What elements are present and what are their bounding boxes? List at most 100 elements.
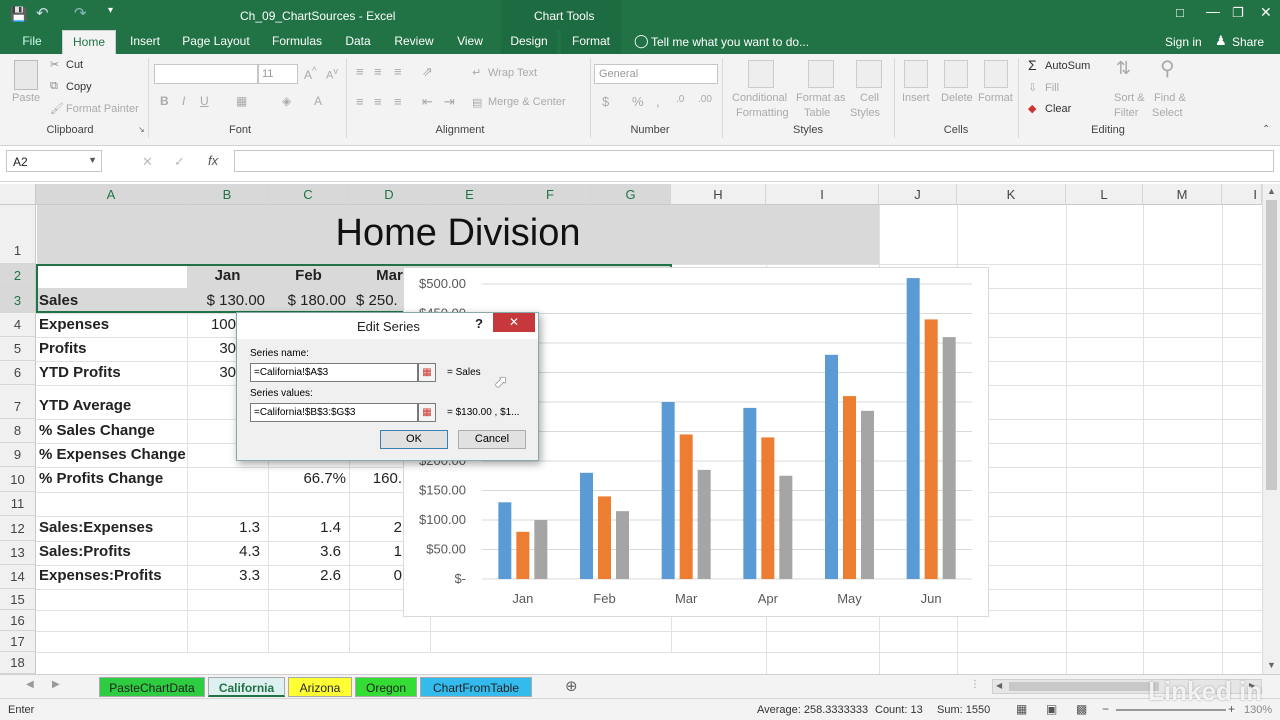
formula-input[interactable] — [234, 150, 1274, 172]
font-color-icon[interactable]: A — [314, 94, 322, 108]
select-all-corner[interactable] — [0, 184, 36, 205]
cell-a12[interactable]: Sales:Expenses — [39, 519, 153, 536]
undo-icon[interactable]: ↶ — [36, 4, 49, 22]
column-header[interactable]: E — [430, 184, 510, 205]
font-name-select[interactable] — [154, 64, 258, 84]
autosum-button[interactable]: AutoSum — [1045, 60, 1090, 72]
series-name-input[interactable]: =California!$A$3 — [250, 363, 418, 382]
column-header[interactable]: I — [766, 184, 879, 205]
insert-cells-button[interactable]: Insert — [902, 92, 930, 104]
column-header[interactable]: B — [187, 184, 268, 205]
bar-apr-series-1[interactable] — [743, 407, 757, 579]
bar-mar-series-2[interactable] — [679, 434, 693, 579]
cell-b13[interactable]: 4.3 — [190, 543, 260, 560]
column-header[interactable]: I — [1222, 184, 1262, 205]
cell-b5[interactable]: 30 — [190, 340, 236, 357]
scroll-left-icon[interactable]: ◀ — [996, 681, 1002, 690]
name-box[interactable]: A2 ▼ — [6, 150, 102, 172]
normal-view-icon[interactable]: ▦ — [1016, 702, 1027, 716]
restore-icon[interactable]: ❐ — [1232, 5, 1244, 21]
page-layout-view-icon[interactable]: ▣ — [1046, 702, 1057, 716]
delete-cells-button[interactable]: Delete — [941, 92, 973, 104]
row-header[interactable]: 4 — [0, 313, 36, 337]
cell-a10[interactable]: % Profits Change — [39, 470, 163, 487]
column-header[interactable]: M — [1143, 184, 1222, 205]
sheet-tab-oregon[interactable]: Oregon — [355, 677, 417, 697]
conditional-formatting-button[interactable]: Conditional — [732, 92, 787, 104]
column-header[interactable]: L — [1066, 184, 1143, 205]
cell-a4[interactable]: Expenses — [39, 316, 109, 333]
sheet-tab-california[interactable]: California — [208, 677, 285, 697]
share-button[interactable]: Share — [1232, 35, 1264, 49]
row-header[interactable]: 13 — [0, 541, 36, 565]
save-icon[interactable]: 💾 — [10, 6, 27, 23]
cell-d12[interactable]: 2 — [352, 519, 402, 536]
cell-a9[interactable]: % Expenses Change — [39, 446, 186, 463]
cell-a8[interactable]: % Sales Change — [39, 422, 155, 439]
cell-c3[interactable]: $ 180.00 — [271, 292, 346, 309]
row-header[interactable]: 1 — [0, 205, 36, 264]
cell-c14[interactable]: 2.6 — [271, 567, 341, 584]
cell-b14[interactable]: 3.3 — [190, 567, 260, 584]
row-header[interactable]: 6 — [0, 361, 36, 385]
row-header[interactable]: 11 — [0, 492, 36, 516]
cell-d13[interactable]: 1 — [352, 543, 402, 560]
cancel-button[interactable]: Cancel — [458, 430, 526, 449]
collapse-ribbon-icon[interactable]: ⌃ — [1262, 124, 1270, 135]
tab-data[interactable]: Data — [338, 30, 378, 54]
zoom-out-icon[interactable]: − — [1102, 702, 1109, 716]
bar-apr-series-3[interactable] — [779, 475, 793, 579]
tab-view[interactable]: View — [450, 30, 490, 54]
row-header[interactable]: 18 — [0, 652, 36, 674]
sort-filter-button[interactable]: Sort & — [1114, 92, 1145, 104]
sheet-title[interactable]: Home Division — [37, 212, 879, 255]
sign-in-link[interactable]: Sign in — [1165, 35, 1202, 49]
confirm-entry-icon[interactable]: ✓ — [174, 154, 185, 170]
find-select-button[interactable]: Find & — [1154, 92, 1186, 104]
align-center-icon[interactable]: ≡ — [374, 94, 382, 109]
sheet-tab-pastechartdata[interactable]: PasteChartData — [99, 677, 205, 697]
bar-feb-series-1[interactable] — [580, 472, 593, 579]
orientation-icon[interactable]: ⇗ — [422, 64, 433, 80]
cell-c10[interactable]: 66.7% — [271, 470, 346, 487]
row-header[interactable]: 12 — [0, 516, 36, 541]
font-size-select[interactable]: 11 — [258, 64, 298, 84]
tab-split-handle[interactable]: ⋮ — [970, 679, 980, 690]
bar-jan-series-2[interactable] — [516, 531, 530, 579]
scroll-up-icon[interactable]: ▲ — [1267, 186, 1276, 196]
format-cells-button[interactable]: Format — [978, 92, 1013, 104]
sheet-tab-chartfromtable[interactable]: ChartFromTable — [420, 677, 532, 697]
bar-may-series-1[interactable] — [825, 354, 838, 579]
tab-design[interactable]: Design — [501, 30, 557, 54]
bar-may-series-3[interactable] — [861, 410, 874, 579]
bar-feb-series-2[interactable] — [598, 496, 611, 579]
row-header[interactable]: 15 — [0, 589, 36, 610]
wrap-text-button[interactable]: Wrap Text — [488, 67, 537, 79]
row-header[interactable]: 2 — [0, 264, 36, 288]
zoom-slider[interactable] — [1116, 709, 1226, 711]
row-header[interactable]: 7 — [0, 385, 36, 419]
column-header[interactable]: F — [510, 184, 591, 205]
decrease-font-icon[interactable]: Av — [326, 66, 338, 82]
prev-sheet-icon[interactable]: ◀ — [26, 679, 34, 690]
minimize-icon[interactable]: — — [1206, 3, 1220, 19]
cell-a14[interactable]: Expenses:Profits — [39, 567, 162, 584]
format-as-table-button[interactable]: Format as — [796, 92, 846, 104]
series-name-collapse-button[interactable]: ▦ — [418, 363, 436, 382]
underline-icon[interactable]: U — [200, 94, 209, 108]
top-align-icon[interactable]: ≡ — [356, 64, 364, 79]
cancel-entry-icon[interactable]: ✕ — [142, 154, 153, 170]
cell-c12[interactable]: 1.4 — [271, 519, 341, 536]
paste-button[interactable]: Paste — [12, 92, 40, 104]
fill-color-icon[interactable]: ◈ — [282, 94, 291, 108]
row-header[interactable]: 9 — [0, 443, 36, 467]
currency-icon[interactable]: $ — [602, 94, 609, 109]
copy-button[interactable]: Copy — [66, 81, 92, 93]
row-header[interactable]: 16 — [0, 610, 36, 631]
cell-a6[interactable]: YTD Profits — [39, 364, 121, 381]
merge-center-button[interactable]: Merge & Center — [488, 96, 566, 108]
ribbon-display-icon[interactable]: □ — [1176, 5, 1184, 20]
bar-jan-series-1[interactable] — [498, 502, 512, 579]
cell-a13[interactable]: Sales:Profits — [39, 543, 131, 560]
series-values-collapse-button[interactable]: ▦ — [418, 403, 436, 422]
